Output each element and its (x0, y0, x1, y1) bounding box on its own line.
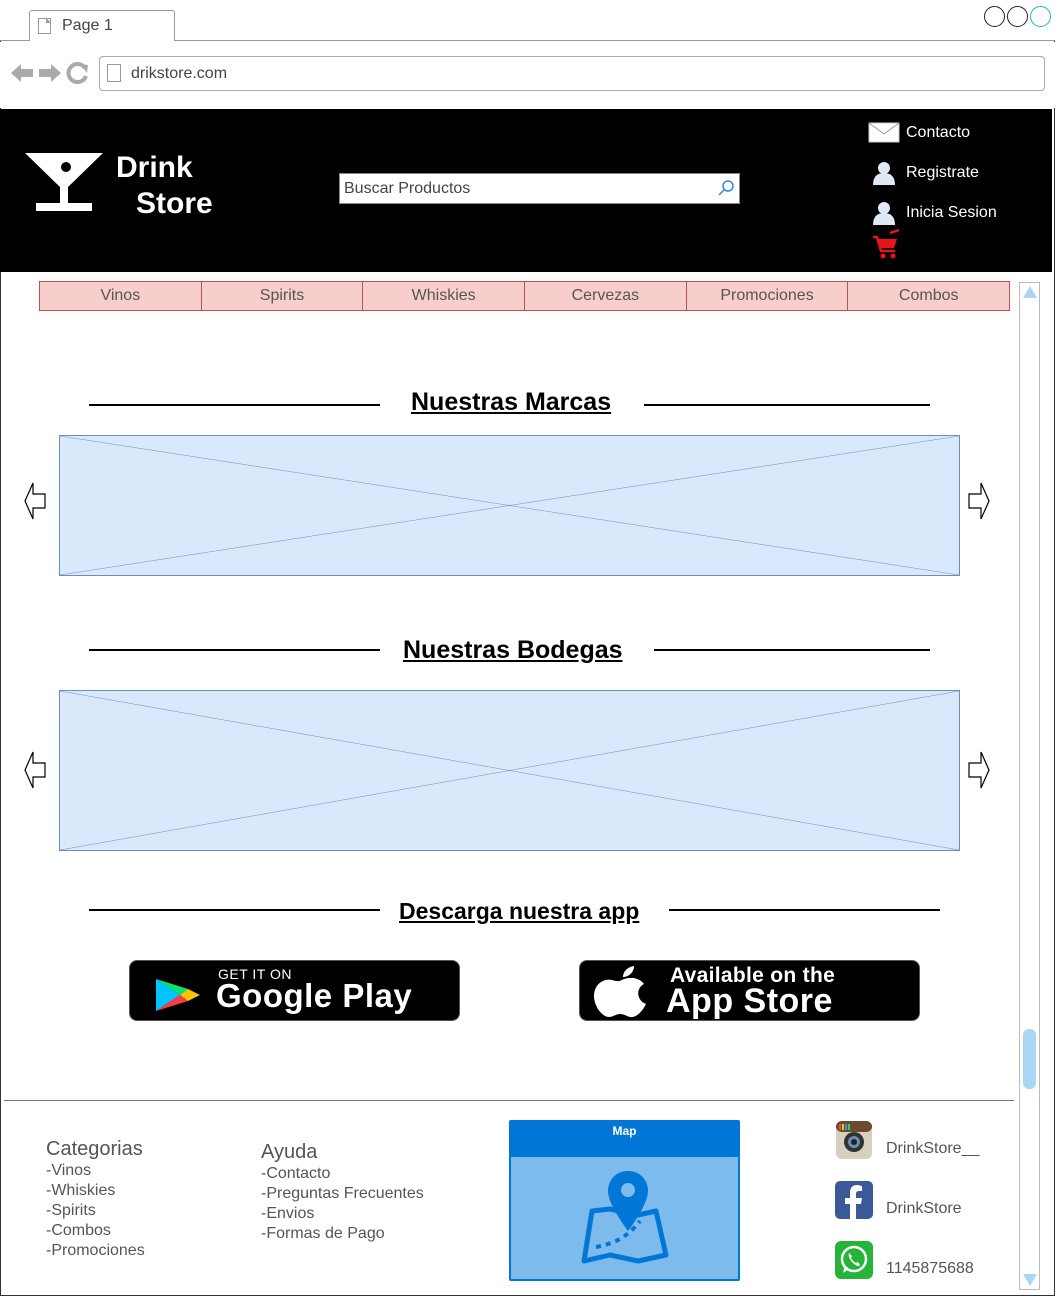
footer-category-link[interactable]: -Vinos (46, 1161, 145, 1181)
wineries-carousel-image (59, 690, 960, 851)
footer-help: Ayuda -Contacto -Preguntas Frecuentes -Env… (261, 1140, 424, 1244)
login-label: Inicia Sesion (906, 204, 997, 221)
contact-link[interactable]: Contacto (868, 121, 970, 145)
category-tab-vinos[interactable]: Vinos (39, 281, 202, 311)
apple-icon (594, 966, 646, 1018)
divider (644, 404, 930, 406)
footer-help-link[interactable]: -Formas de Pago (261, 1224, 424, 1244)
scroll-up-arrow-icon[interactable] (1023, 286, 1037, 298)
minimize-button[interactable] (984, 6, 1005, 27)
carousel-next-arrow-icon[interactable] (968, 750, 990, 790)
footer-help-link[interactable]: -Envios (261, 1204, 424, 1224)
brands-title: Nuestras Marcas (411, 388, 612, 416)
footer-help-link[interactable]: -Contacto (261, 1164, 424, 1184)
instagram-link[interactable]: DrinkStore__ (834, 1120, 1034, 1162)
login-link[interactable]: Inicia Sesion (868, 201, 997, 225)
map-pin-icon (581, 1171, 669, 1264)
google-play-badge[interactable]: GET IT ON Google Play (129, 960, 460, 1021)
app-store-big-text: App Store (666, 982, 833, 1020)
window-controls (984, 6, 1051, 27)
facebook-handle: DrinkStore (886, 1200, 962, 1217)
google-play-big-text: Google Play (216, 977, 413, 1014)
scroll-thumb[interactable] (1023, 1029, 1036, 1089)
tab-bar: Page 1 (0, 0, 1055, 41)
map-title: Map (612, 1124, 637, 1138)
footer-category-link[interactable]: -Promociones (46, 1241, 145, 1261)
search-icon[interactable] (717, 179, 735, 197)
cocktail-glass-icon[interactable] (22, 151, 106, 215)
wineries-title: Nuestras Bodegas (403, 636, 623, 664)
envelope-icon (868, 122, 900, 143)
contact-label: Contacto (906, 124, 971, 141)
browser-toolbar: drikstore.com (0, 42, 1055, 108)
footer-category-link[interactable]: -Combos (46, 1221, 145, 1241)
footer-category-link[interactable]: -Spirits (46, 1201, 145, 1221)
divider (654, 649, 930, 651)
brand-name-line2: Store (136, 187, 213, 220)
forward-arrow-icon[interactable] (38, 62, 62, 84)
whatsapp-number: 1145875688 (886, 1260, 974, 1277)
category-tab-cervezas[interactable]: Cervezas (524, 281, 687, 311)
category-tab-combos[interactable]: Combos (847, 281, 1011, 311)
brands-carousel-image (59, 435, 960, 576)
category-nav: Vinos Spirits Whiskies Cervezas Promociones C… (39, 281, 1011, 311)
whatsapp-link[interactable]: 1145875688 (834, 1240, 1034, 1282)
facebook-icon (835, 1181, 873, 1219)
register-label: Registrate (906, 164, 979, 181)
close-button[interactable] (1030, 6, 1051, 27)
app-download-title: Descarga nuestra app (399, 898, 640, 924)
page-icon (38, 18, 51, 34)
whatsapp-icon (835, 1241, 873, 1279)
divider (89, 404, 380, 406)
shopping-cart-icon[interactable] (872, 229, 900, 261)
address-bar[interactable]: drikstore.com (99, 56, 1045, 91)
instagram-handle: DrinkStore__ (886, 1140, 980, 1157)
instagram-icon (836, 1121, 872, 1159)
search-input[interactable] (340, 174, 710, 203)
app-store-badge[interactable]: Available on the App Store (579, 960, 920, 1021)
category-tab-promociones[interactable]: Promociones (685, 281, 849, 311)
register-link[interactable]: Registrate (868, 161, 979, 185)
user-icon (873, 162, 895, 185)
back-arrow-icon[interactable] (10, 62, 34, 84)
footer-help-title: Ayuda (261, 1141, 318, 1163)
carousel-next-arrow-icon[interactable] (968, 481, 990, 521)
footer-help-link[interactable]: -Preguntas Frecuentes (261, 1184, 424, 1204)
google-play-icon (156, 979, 200, 1011)
divider (89, 909, 380, 911)
category-tab-spirits[interactable]: Spirits (200, 281, 364, 311)
site-header: Drink Store Contacto Registrate Inicia S… (0, 109, 1052, 272)
category-tab-whiskies[interactable]: Whiskies (362, 281, 526, 311)
user-icon (873, 202, 895, 225)
facebook-link[interactable]: DrinkStore (834, 1180, 1034, 1222)
tab-title: Page 1 (62, 17, 113, 34)
map-widget[interactable]: Map (509, 1120, 740, 1281)
brand-name-line1: Drink (116, 151, 193, 184)
nav-buttons (10, 62, 90, 84)
footer-categories-title: Categorias (46, 1138, 143, 1160)
browser-tab[interactable]: Page 1 (29, 10, 175, 41)
carousel-prev-arrow-icon[interactable] (24, 750, 46, 790)
footer-divider (4, 1100, 1014, 1101)
map-header: Map (511, 1122, 738, 1157)
url-text: drikstore.com (131, 65, 228, 82)
footer-category-link[interactable]: -Whiskies (46, 1181, 145, 1201)
maximize-button[interactable] (1007, 6, 1028, 27)
search-box (339, 173, 740, 204)
divider (89, 649, 380, 651)
page-icon (107, 64, 121, 82)
footer-categories: Categorias -Vinos -Whiskies -Spirits -Combo… (46, 1137, 145, 1261)
carousel-prev-arrow-icon[interactable] (24, 481, 46, 521)
reload-icon[interactable] (66, 62, 90, 84)
divider (669, 909, 940, 911)
